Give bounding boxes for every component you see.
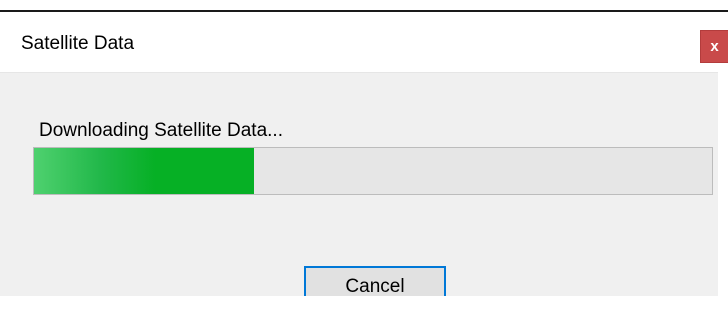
close-icon: x — [710, 38, 719, 55]
progress-fill — [34, 148, 255, 194]
window-title: Satellite Data — [21, 33, 135, 54]
status-message: Downloading Satellite Data... — [39, 120, 283, 141]
download-progress-bar — [33, 147, 713, 195]
close-button[interactable]: x — [700, 30, 728, 63]
dialog-body: Downloading Satellite Data... Cancel — [0, 72, 718, 308]
window-bottom-edge — [0, 296, 718, 322]
title-bar[interactable]: Satellite Data x — [0, 12, 728, 72]
satellite-data-dialog: Satellite Data x Downloading Satellite D… — [0, 0, 728, 322]
